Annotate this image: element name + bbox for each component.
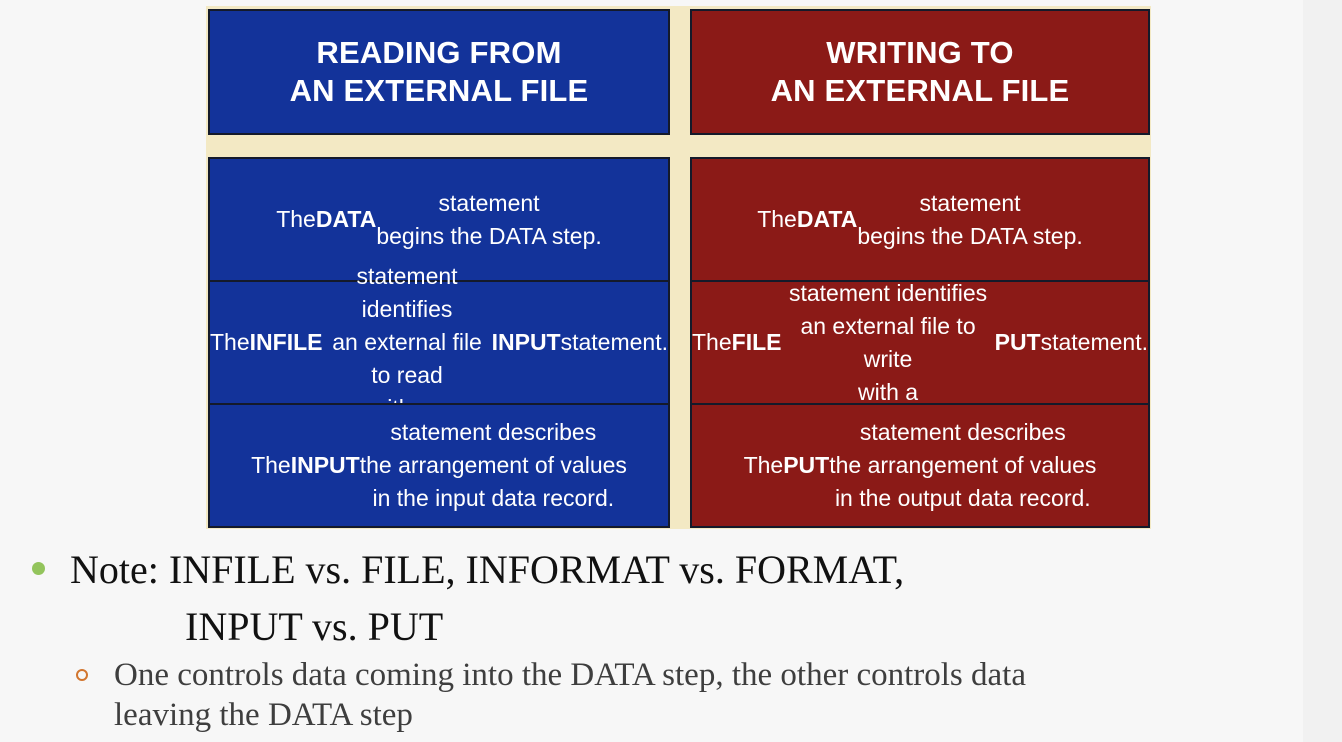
reading-row-infile: The INFILE statement identifiesan extern… [208, 263, 670, 421]
sub-bullet-circle-icon [76, 669, 88, 681]
sub-text-line2: leaving the DATA step [114, 697, 413, 733]
writing-row-file: The FILE statement identifies an external… [690, 279, 1150, 405]
reading-header: READING FROM AN EXTERNAL FILE [208, 9, 670, 135]
sub-text-line1: One controls data coming into the DATA s… [114, 657, 1026, 693]
writing-row-data: The DATA statement begins the DATA step. [690, 157, 1150, 282]
slide-margin-strip [1303, 0, 1342, 742]
comparison-figure: READING FROM AN EXTERNAL FILE WRITING TO… [206, 6, 1151, 529]
writing-row-put: The PUT statement describes the arrangeme… [690, 403, 1150, 528]
bullet-dot-icon [32, 562, 45, 575]
note-text-line2: INPUT vs. PUT [185, 604, 444, 649]
note-text-line1: Note: INFILE vs. FILE, INFORMAT vs. FORM… [70, 547, 905, 592]
reading-row-input: The INPUT statement describes the arrange… [208, 403, 670, 528]
writing-header: WRITING TO AN EXTERNAL FILE [690, 9, 1150, 135]
